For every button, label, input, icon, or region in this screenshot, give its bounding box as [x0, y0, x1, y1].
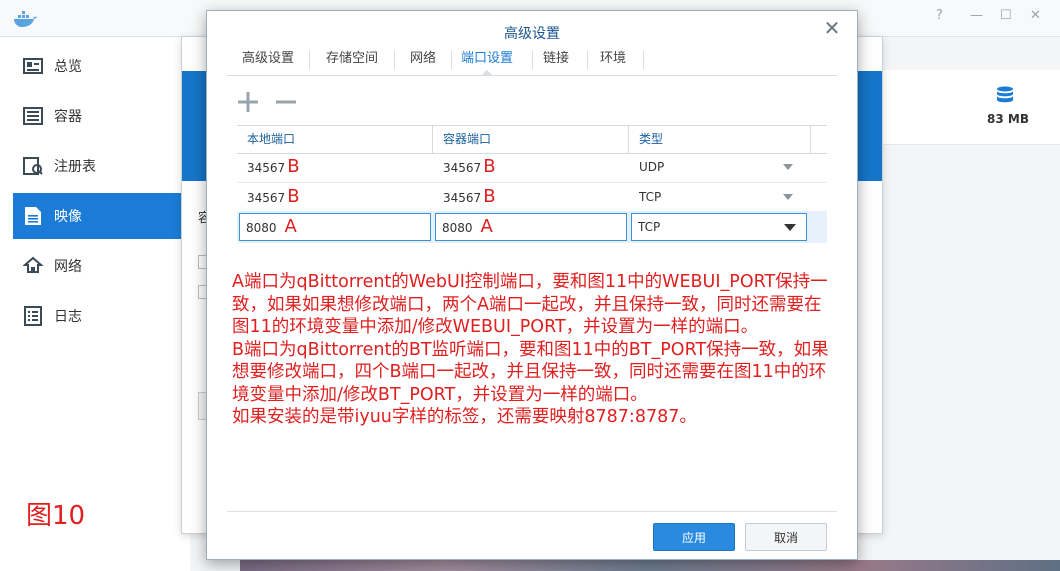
container-icon	[22, 106, 44, 126]
type-select[interactable]: TCP	[631, 213, 807, 241]
container-port-cell[interactable]: 34567 B	[433, 182, 629, 212]
log-icon	[22, 306, 44, 326]
sidebar-item-overview[interactable]: 总览	[13, 43, 190, 89]
column-local-port[interactable]: 本地端口	[237, 126, 433, 153]
tab-port-settings[interactable]: 端口设置	[452, 45, 522, 76]
type-select-value: TCP	[638, 220, 661, 234]
annotation-mark: A	[284, 216, 297, 237]
annotation-mark: B	[483, 156, 496, 177]
database-icon	[997, 86, 1013, 103]
tab-links[interactable]: 链接	[533, 45, 579, 75]
registry-icon	[22, 156, 44, 176]
tab-storage[interactable]: 存储空间	[310, 45, 394, 75]
sidebar-item-label: 映像	[54, 209, 82, 225]
annotation-mark: B	[287, 186, 300, 207]
sidebar-item-label: 总览	[54, 59, 82, 75]
tab-environment[interactable]: 环境	[588, 45, 638, 75]
apply-button[interactable]: 应用	[653, 523, 735, 551]
container-port-value: 34567	[443, 191, 482, 205]
local-port-cell[interactable]: 34567 B	[237, 182, 433, 212]
sidebar-item-log[interactable]: 日志	[13, 293, 190, 339]
network-icon	[22, 256, 44, 276]
tab-separator	[643, 51, 644, 69]
sidebar-item-label: 注册表	[54, 159, 96, 175]
annotation-note: A端口为qBittorrent的WebUI控制端口，要和图11中的WEBUI_P…	[232, 271, 837, 429]
note-paragraph-b: B端口为qBittorrent的BT监听端口，要和图11中的BT_PORT保持一…	[232, 339, 829, 405]
local-port-value: 34567	[247, 191, 286, 205]
footer-divider	[227, 511, 837, 512]
local-port-input[interactable]: 8080 A	[239, 213, 431, 241]
sidebar-item-image[interactable]: 映像	[13, 193, 190, 239]
annotation-mark: B	[483, 186, 496, 207]
sidebar-item-registry[interactable]: 注册表	[13, 143, 190, 189]
local-port-input-value: 8080	[246, 221, 277, 235]
chevron-down-icon	[783, 164, 793, 170]
type-value: UDP	[639, 160, 665, 174]
close-icon[interactable]: ✕	[823, 18, 841, 38]
figure-label: 图10	[26, 501, 86, 531]
minimize-icon[interactable]: —	[970, 8, 983, 23]
table-row[interactable]: 34567 B 34567 B UDP	[237, 152, 827, 183]
sidebar-item-network[interactable]: 网络	[13, 243, 190, 289]
note-paragraph-a: A端口为qBittorrent的WebUI控制端口，要和图11中的WEBUI_P…	[232, 272, 828, 337]
container-port-input[interactable]: 8080 A	[435, 213, 627, 241]
chevron-down-icon	[784, 224, 796, 231]
column-type[interactable]: 类型	[629, 126, 811, 153]
table-row[interactable]: 34567 B 34567 B TCP	[237, 182, 827, 213]
dialog-title: 高级设置	[504, 26, 560, 42]
image-icon	[22, 206, 44, 226]
container-port-input-value: 8080	[442, 221, 473, 235]
close-window-icon[interactable]: ✕	[1030, 8, 1041, 23]
overview-icon	[22, 56, 44, 76]
port-table-header: 本地端口 容器端口 类型	[237, 125, 827, 154]
type-value: TCP	[639, 190, 662, 204]
sidebar: 总览 容器 注册表 映像 网络 日志	[0, 37, 190, 571]
sidebar-item-label: 网络	[54, 259, 82, 275]
note-paragraph-iyuu: 如果安装的是带iyuu字样的标签，还需要映射8787:8787。	[232, 407, 697, 427]
sidebar-item-label: 日志	[54, 309, 82, 325]
type-cell[interactable]: UDP	[629, 152, 811, 182]
sidebar-item-container[interactable]: 容器	[13, 93, 190, 139]
tab-advanced[interactable]: 高级设置	[227, 45, 309, 75]
annotation-mark: A	[480, 216, 493, 237]
type-cell[interactable]: TCP	[629, 182, 811, 212]
cancel-button[interactable]: 取消	[745, 523, 827, 551]
editing-row: 8080 A 8080 A TCP	[237, 211, 827, 243]
local-port-value: 34567	[247, 161, 286, 175]
sidebar-item-label: 容器	[54, 109, 82, 125]
image-detail-panel	[880, 70, 1060, 145]
taskbar-strip	[240, 560, 1060, 571]
container-port-cell[interactable]: 34567 B	[433, 152, 629, 182]
local-port-cell[interactable]: 34567 B	[237, 152, 433, 182]
container-port-value: 34567	[443, 161, 482, 175]
add-port-icon[interactable]	[237, 91, 259, 113]
help-icon[interactable]: ?	[936, 8, 943, 23]
maximize-icon[interactable]: ☐	[1000, 8, 1012, 23]
tab-network[interactable]: 网络	[395, 45, 451, 75]
annotation-mark: B	[287, 156, 300, 177]
docker-logo-icon	[14, 11, 37, 27]
tab-bar: 高级设置 存储空间 网络 端口设置 链接 环境	[227, 45, 837, 76]
image-size: 83 MB	[987, 112, 1029, 126]
advanced-settings-dialog: 高级设置 ✕ 高级设置 存储空间 网络 端口设置 链接 环境 本地端口 容器端口…	[206, 10, 858, 560]
remove-port-icon[interactable]	[275, 91, 297, 113]
chevron-down-icon	[783, 194, 793, 200]
column-container-port[interactable]: 容器端口	[433, 126, 629, 153]
